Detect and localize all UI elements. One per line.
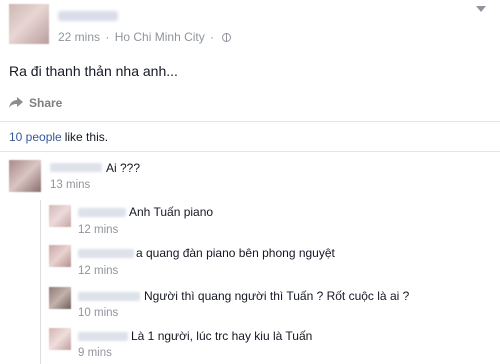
chevron-down-icon[interactable] [476, 6, 486, 12]
likes-link[interactable]: 10 people [9, 130, 62, 144]
reply-time[interactable]: 10 mins [78, 307, 118, 319]
reply-name-blurred[interactable] [78, 292, 140, 301]
reply-name-blurred[interactable] [78, 249, 134, 258]
globe-icon[interactable] [222, 33, 232, 42]
meta-separator-2: · [210, 30, 215, 44]
share-button[interactable]: Share [9, 96, 62, 112]
reply-text: Là 1 người, lúc trc hay kiu là Tuấn [131, 329, 313, 343]
reply-item: a quang đàn piano bên phong nguyệt 12 mi… [41, 240, 500, 280]
post-text: Ra đi thanh thản nha anh... [9, 63, 178, 79]
reply-text: Người thì quang người thì Tuấn ? Rốt cuộ… [144, 289, 410, 303]
reply-item: Anh Tuấn piano 12 mins [41, 200, 500, 240]
reply-avatar[interactable] [49, 328, 71, 350]
post-time[interactable]: 22 mins [58, 30, 100, 44]
divider [0, 121, 500, 122]
comment: Ai ??? 13 mins [0, 152, 500, 194]
reply-name-blurred[interactable] [78, 208, 126, 217]
author-avatar[interactable] [9, 4, 49, 44]
reply-avatar[interactable] [49, 205, 71, 227]
post-location[interactable]: Ho Chi Minh City [115, 30, 205, 44]
share-icon [9, 97, 23, 108]
author-name-blurred[interactable] [58, 11, 118, 21]
post-meta: 22 mins · Ho Chi Minh City · [58, 30, 232, 44]
commenter-avatar[interactable] [9, 160, 41, 192]
reply-name-blurred[interactable] [78, 332, 128, 341]
reply-item: Là 1 người, lúc trc hay kiu là Tuấn 9 mi… [41, 323, 500, 363]
reply-time[interactable]: 9 mins [78, 347, 112, 359]
reply-text: a quang đàn piano bên phong nguyệt [136, 246, 335, 260]
comment-time[interactable]: 13 mins [50, 179, 90, 191]
reply-avatar[interactable] [49, 245, 71, 267]
reply-text: Anh Tuấn piano [129, 205, 214, 219]
commenter-name-blurred[interactable] [50, 163, 102, 172]
reply-item: Người thì quang người thì Tuấn ? Rốt cuộ… [41, 282, 500, 322]
meta-separator: · [105, 30, 110, 44]
post-header: 22 mins · Ho Chi Minh City · [0, 0, 500, 52]
likes-suffix: like this. [64, 130, 109, 144]
reply-time[interactable]: 12 mins [78, 265, 118, 277]
reply-time[interactable]: 12 mins [78, 224, 118, 236]
comment-text: Ai ??? [106, 161, 141, 175]
reply-avatar[interactable] [49, 287, 71, 309]
share-label: Share [29, 96, 63, 110]
likes-summary: 10 people like this. [9, 130, 108, 144]
